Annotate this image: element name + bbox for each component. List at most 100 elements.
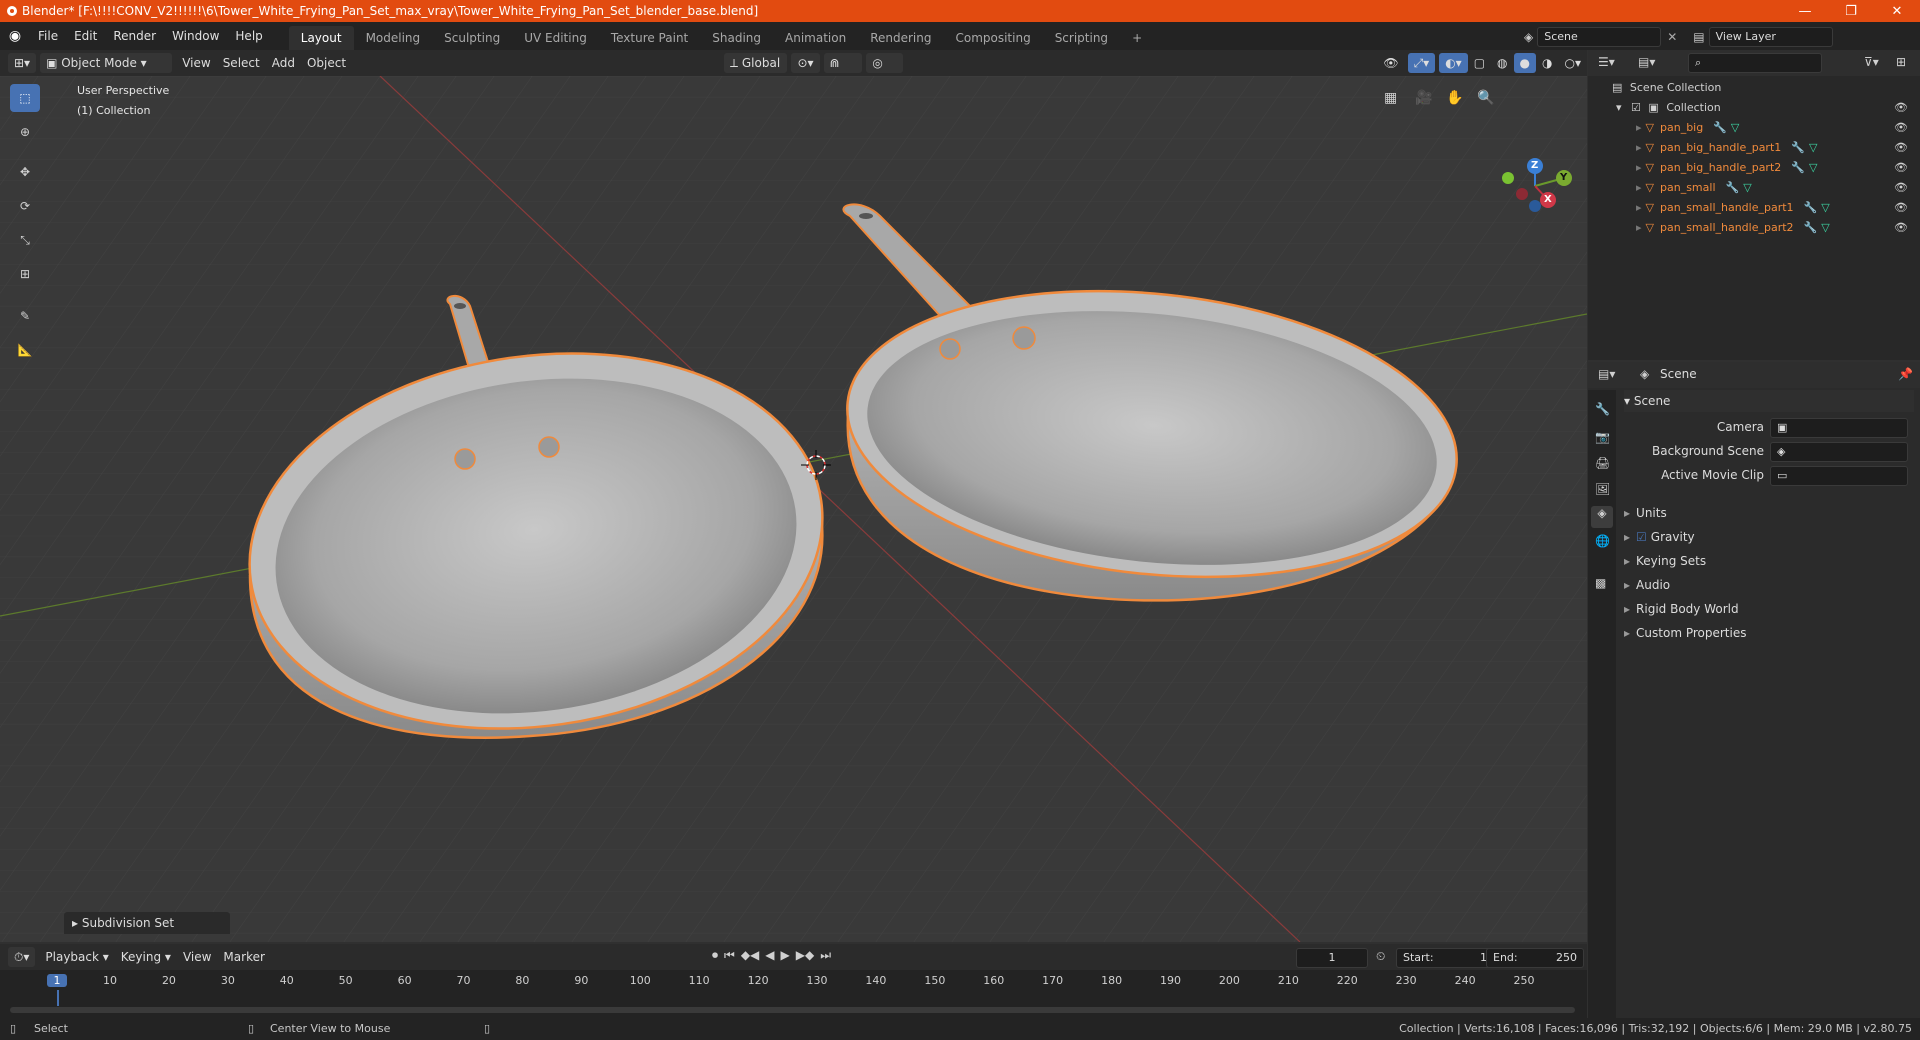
record-icon[interactable]: ⏺: [712, 948, 718, 963]
minimize-button[interactable]: —: [1782, 0, 1828, 22]
menu-window[interactable]: Window: [164, 22, 227, 50]
menu-select[interactable]: Select: [217, 53, 266, 73]
jump-end-icon[interactable]: ⏭: [820, 948, 831, 963]
editor-type-icon[interactable]: ⊞▾: [8, 53, 37, 73]
scene-panel-header[interactable]: ▾ Scene: [1624, 390, 1914, 412]
modifier-icon[interactable]: 🔧: [1726, 181, 1740, 194]
movie-clip-field[interactable]: ▭: [1770, 466, 1908, 486]
clock-icon[interactable]: ⏲: [1376, 949, 1385, 964]
expand-icon[interactable]: ▸: [1636, 221, 1642, 234]
outliner-search-input[interactable]: ⌕: [1688, 53, 1822, 73]
modifier-icon[interactable]: 🔧: [1791, 141, 1805, 154]
scene-tab-icon[interactable]: ◈: [1591, 506, 1613, 528]
modifier-icon[interactable]: 🔧: [1804, 221, 1818, 234]
modifier-icon[interactable]: 🔧: [1804, 201, 1818, 214]
shading-rendered-icon[interactable]: ○▾: [1559, 53, 1588, 73]
camera-view-icon[interactable]: 🎥: [1415, 90, 1432, 106]
outliner-collection[interactable]: ▾ ☑ ▣ Collection 👁: [1588, 98, 1920, 118]
output-tab-icon[interactable]: 🖨: [1595, 456, 1610, 470]
outliner-object-row[interactable]: ▸ ▽ pan_big_handle_part1 🔧 ▽ 👁: [1588, 138, 1920, 158]
end-frame-field[interactable]: End: 250: [1486, 948, 1584, 968]
play-icon[interactable]: ▶: [781, 948, 790, 963]
play-reverse-icon[interactable]: ◀: [765, 948, 774, 963]
world-tab-icon[interactable]: 🌐: [1595, 534, 1610, 548]
menu-timeline-view[interactable]: View: [177, 947, 217, 967]
proportional-edit-icon[interactable]: ◎ ∧▾: [866, 53, 904, 90]
outliner-object-row[interactable]: ▸ ▽ pan_small 🔧 ▽ 👁: [1588, 178, 1920, 198]
expand-icon[interactable]: ▸: [1636, 161, 1642, 174]
properties-section[interactable]: ▸ Units: [1624, 502, 1914, 524]
tab-layout[interactable]: Layout: [288, 26, 354, 50]
menu-keying[interactable]: Keying ▾: [115, 947, 177, 967]
mesh-data-icon[interactable]: ▽: [1809, 141, 1817, 154]
start-frame-field[interactable]: Start: 1: [1396, 948, 1494, 968]
menu-help[interactable]: Help: [227, 22, 270, 50]
properties-type-icon[interactable]: ▤▾: [1598, 367, 1615, 381]
display-mode-icon[interactable]: ▤▾: [1638, 55, 1655, 69]
eye-icon[interactable]: 👁: [1894, 98, 1908, 118]
timeline-scrollbar[interactable]: [10, 1007, 1575, 1013]
new-collection-icon[interactable]: ⊞: [1896, 55, 1906, 69]
view-layer-tab-icon[interactable]: 🖼: [1595, 482, 1610, 496]
tab-scripting[interactable]: Scripting: [1043, 26, 1120, 50]
transform-orientation[interactable]: ⟂ Global ▾: [724, 53, 788, 90]
pan-view-icon[interactable]: ✋: [1446, 90, 1463, 106]
expand-icon[interactable]: ▸: [1636, 181, 1642, 194]
view-layer-selector[interactable]: View Layer: [1708, 27, 1833, 47]
menu-object[interactable]: Object: [301, 53, 352, 73]
outliner-object-row[interactable]: ▸ ▽ pan_small_handle_part2 🔧 ▽ 👁: [1588, 218, 1920, 238]
expand-icon[interactable]: ▾: [1616, 101, 1622, 114]
timeline-editor-icon[interactable]: ⏱▾: [8, 947, 36, 967]
grid-view-icon[interactable]: ▦: [1384, 90, 1397, 106]
tab-uv-editing[interactable]: UV Editing: [512, 26, 599, 50]
menu-view[interactable]: View: [176, 53, 216, 73]
timeline-body[interactable]: 1 10 20 30 40 50 60 70 80 90 100 110 120 130 140 150 160…: [0, 970, 1587, 1018]
texture-tab-icon[interactable]: ▩: [1595, 576, 1606, 590]
pivot-icon[interactable]: ⊙▾: [791, 53, 820, 73]
rotate-tool[interactable]: ⟳: [10, 192, 40, 220]
properties-section[interactable]: ▸ Audio: [1624, 574, 1914, 596]
eye-icon[interactable]: 👁: [1894, 138, 1908, 158]
tab-texture-paint[interactable]: Texture Paint: [599, 26, 700, 50]
overlay-toggle-icon[interactable]: ◐▾: [1439, 53, 1468, 73]
menu-marker[interactable]: Marker: [217, 947, 270, 967]
expand-icon[interactable]: ▸: [1636, 201, 1642, 214]
menu-file[interactable]: File: [30, 22, 66, 50]
modifier-icon[interactable]: 🔧: [1713, 121, 1727, 134]
zoom-view-icon[interactable]: 🔍: [1477, 90, 1494, 106]
current-frame-field[interactable]: 1: [1296, 948, 1368, 968]
expand-icon[interactable]: ▸: [1636, 121, 1642, 134]
expand-icon[interactable]: ▸: [1636, 141, 1642, 154]
eye-icon[interactable]: 👁: [1894, 158, 1908, 178]
checkbox-checked-icon[interactable]: ☑: [1636, 530, 1647, 544]
eye-icon[interactable]: 👁: [1894, 218, 1908, 238]
mesh-data-icon[interactable]: ▽: [1743, 181, 1751, 194]
mode-selector[interactable]: ▣ Object Mode ▾: [40, 53, 173, 73]
camera-field[interactable]: ▣: [1770, 418, 1908, 438]
tab-rendering[interactable]: Rendering: [858, 26, 943, 50]
gizmo-toggle-icon[interactable]: ⤢▾: [1407, 53, 1436, 73]
filter-icon[interactable]: ⊽▾: [1864, 55, 1879, 69]
properties-section[interactable]: ▸ Rigid Body World: [1624, 598, 1914, 620]
pin-icon[interactable]: 📌: [1898, 367, 1913, 381]
eye-icon[interactable]: 👁: [1894, 118, 1908, 138]
properties-section[interactable]: ▸ Custom Properties: [1624, 622, 1914, 644]
properties-section[interactable]: ▸ ☑ Gravity: [1624, 526, 1914, 548]
menu-playback[interactable]: Playback ▾: [39, 947, 114, 967]
eye-icon[interactable]: 👁: [1894, 178, 1908, 198]
prev-keyframe-icon[interactable]: ◆◀: [741, 948, 759, 963]
mesh-data-icon[interactable]: ▽: [1821, 221, 1829, 234]
snap-icon[interactable]: ⋒ ▤▾: [823, 53, 863, 90]
tool-tab-icon[interactable]: 🔧: [1595, 402, 1610, 416]
annotate-tool[interactable]: ✎: [10, 302, 40, 330]
properties-section[interactable]: ▸ Keying Sets: [1624, 550, 1914, 572]
operator-panel[interactable]: ▸ Subdivision Set: [64, 912, 230, 934]
outliner-object-row[interactable]: ▸ ▽ pan_big 🔧 ▽ 👁: [1588, 118, 1920, 138]
tab-animation[interactable]: Animation: [773, 26, 858, 50]
render-tab-icon[interactable]: 📷: [1595, 430, 1610, 444]
tab-compositing[interactable]: Compositing: [943, 26, 1042, 50]
background-scene-field[interactable]: ◈: [1770, 442, 1908, 462]
select-box-tool[interactable]: ⬚: [10, 84, 40, 112]
outliner-type-icon[interactable]: ☰▾: [1598, 55, 1615, 69]
jump-start-icon[interactable]: ⏮: [724, 948, 735, 963]
